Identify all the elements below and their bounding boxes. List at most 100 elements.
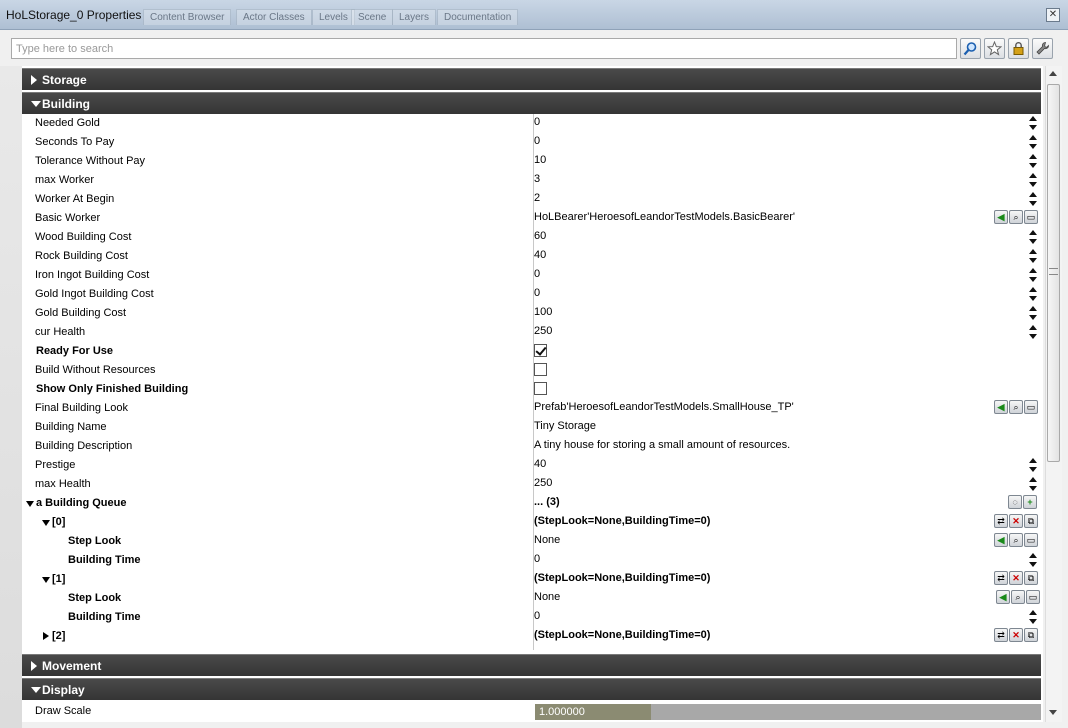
clear-icon[interactable]: ▭ bbox=[1024, 210, 1038, 224]
category-movement[interactable]: Movement bbox=[22, 654, 1041, 676]
search-button[interactable] bbox=[960, 38, 981, 59]
delete-item-icon[interactable]: ✕ bbox=[1009, 571, 1023, 585]
spinner-arrows-icon[interactable] bbox=[1028, 191, 1037, 208]
property-value[interactable]: 60 bbox=[534, 230, 546, 242]
property-row-iron-ingot-building-cost[interactable]: Iron Ingot Building Cost 0 bbox=[22, 266, 1041, 285]
scroll-down-icon[interactable] bbox=[1049, 710, 1057, 715]
property-value[interactable]: 0 bbox=[534, 553, 540, 565]
spinner-arrows-icon[interactable] bbox=[1028, 115, 1037, 132]
insert-item-icon[interactable]: ⇄ bbox=[994, 571, 1008, 585]
delete-item-icon[interactable]: ✕ bbox=[1009, 514, 1023, 528]
property-row-max-worker[interactable]: max Worker 3 bbox=[22, 171, 1041, 190]
show-only-finished-building-checkbox[interactable] bbox=[534, 382, 547, 395]
insert-item-icon[interactable]: ⇄ bbox=[994, 514, 1008, 528]
property-row-building-name[interactable]: Building Name Tiny Storage bbox=[22, 418, 1041, 437]
property-value[interactable]: 10 bbox=[534, 154, 546, 166]
property-value[interactable]: 0 bbox=[534, 610, 540, 622]
property-value[interactable]: 0 bbox=[534, 116, 540, 128]
property-row-building-description[interactable]: Building Description A tiny house for st… bbox=[22, 437, 1041, 456]
collapse-arrow-icon[interactable] bbox=[42, 577, 50, 583]
background-tab-content-browser[interactable]: Content Browser bbox=[143, 9, 232, 25]
property-value[interactable]: 0 bbox=[534, 287, 540, 299]
property-row-gold-ingot-building-cost[interactable]: Gold Ingot Building Cost 0 bbox=[22, 285, 1041, 304]
property-row-tolerance-without-pay[interactable]: Tolerance Without Pay 10 bbox=[22, 152, 1041, 171]
use-selected-icon[interactable]: ◀ bbox=[996, 590, 1010, 604]
queue-item-1-step-look[interactable]: Step Look None ◀ ⌕ ▭ bbox=[22, 589, 1041, 608]
close-button[interactable]: ✕ bbox=[1046, 8, 1060, 22]
property-row-build-without-resources[interactable]: Build Without Resources bbox=[22, 361, 1041, 380]
spinner-arrows-icon[interactable] bbox=[1028, 153, 1037, 170]
property-row-show-only-finished-building[interactable]: Show Only Finished Building bbox=[22, 380, 1041, 399]
property-value[interactable]: 2 bbox=[534, 192, 540, 204]
property-row-cur-health[interactable]: cur Health 250 bbox=[22, 323, 1041, 342]
draw-scale-value[interactable]: 1.000000 bbox=[535, 704, 651, 720]
property-row-prestige[interactable]: Prestige 40 bbox=[22, 456, 1041, 475]
background-tab-levels[interactable]: Levels bbox=[312, 9, 355, 25]
spinner-arrows-icon[interactable] bbox=[1028, 476, 1037, 493]
category-building[interactable]: Building bbox=[22, 92, 1041, 114]
spinner-arrows-icon[interactable] bbox=[1028, 457, 1037, 474]
clear-icon[interactable]: ▭ bbox=[1026, 590, 1040, 604]
browse-icon[interactable]: ⌕ bbox=[1009, 210, 1023, 224]
property-row-worker-at-begin[interactable]: Worker At Begin 2 bbox=[22, 190, 1041, 209]
spinner-arrows-icon[interactable] bbox=[1028, 609, 1037, 626]
property-row-rock-building-cost[interactable]: Rock Building Cost 40 bbox=[22, 247, 1041, 266]
property-value[interactable]: 0 bbox=[534, 135, 540, 147]
property-value[interactable]: 250 bbox=[534, 477, 552, 489]
empty-array-icon[interactable]: ◌ bbox=[1008, 495, 1022, 509]
background-tab-scene[interactable]: Scene bbox=[351, 9, 394, 25]
property-row-ready-for-use[interactable]: Ready For Use bbox=[22, 342, 1041, 361]
add-item-icon[interactable]: + bbox=[1023, 495, 1037, 509]
duplicate-item-icon[interactable]: ⧉ bbox=[1024, 571, 1038, 585]
spinner-arrows-icon[interactable] bbox=[1028, 134, 1037, 151]
collapse-arrow-icon[interactable] bbox=[26, 501, 34, 507]
queue-item-2[interactable]: [2] (StepLook=None,BuildingTime=0) ⇄ ✕ ⧉ bbox=[22, 627, 1041, 646]
property-value[interactable]: 40 bbox=[534, 249, 546, 261]
spinner-arrows-icon[interactable] bbox=[1028, 324, 1037, 341]
settings-button[interactable] bbox=[1032, 38, 1053, 59]
queue-item-0-step-look[interactable]: Step Look None ◀ ⌕ ▭ bbox=[22, 532, 1041, 551]
queue-item-1[interactable]: [1] (StepLook=None,BuildingTime=0) ⇄ ✕ ⧉ bbox=[22, 570, 1041, 589]
expand-arrow-icon[interactable] bbox=[43, 632, 49, 640]
delete-item-icon[interactable]: ✕ bbox=[1009, 628, 1023, 642]
property-row-needed-gold[interactable]: Needed Gold 0 bbox=[22, 114, 1041, 133]
clear-icon[interactable]: ▭ bbox=[1024, 533, 1038, 547]
property-value[interactable]: Tiny Storage bbox=[534, 420, 596, 432]
search-input[interactable] bbox=[11, 38, 957, 59]
clear-icon[interactable]: ▭ bbox=[1024, 400, 1038, 414]
favorites-button[interactable] bbox=[984, 38, 1005, 59]
background-tab-layers[interactable]: Layers bbox=[392, 9, 437, 25]
duplicate-item-icon[interactable]: ⧉ bbox=[1024, 514, 1038, 528]
spinner-arrows-icon[interactable] bbox=[1028, 248, 1037, 265]
duplicate-item-icon[interactable]: ⧉ bbox=[1024, 628, 1038, 642]
background-tab-documentation[interactable]: Documentation bbox=[437, 9, 519, 25]
property-value[interactable]: Prefab'HeroesofLeandorTestModels.SmallHo… bbox=[534, 401, 794, 413]
insert-item-icon[interactable]: ⇄ bbox=[994, 628, 1008, 642]
queue-item-0-building-time[interactable]: Building Time 0 bbox=[22, 551, 1041, 570]
property-row-wood-building-cost[interactable]: Wood Building Cost 60 bbox=[22, 228, 1041, 247]
property-value[interactable]: 0 bbox=[534, 268, 540, 280]
browse-icon[interactable]: ⌕ bbox=[1011, 590, 1025, 604]
property-value[interactable]: None bbox=[534, 591, 560, 603]
build-without-resources-checkbox[interactable] bbox=[534, 363, 547, 376]
column-divider[interactable] bbox=[533, 114, 534, 650]
property-row-max-health[interactable]: max Health 250 bbox=[22, 475, 1041, 494]
category-display[interactable]: Display bbox=[22, 678, 1041, 700]
property-value[interactable]: 3 bbox=[534, 173, 540, 185]
browse-icon[interactable]: ⌕ bbox=[1009, 533, 1023, 547]
browse-icon[interactable]: ⌕ bbox=[1009, 400, 1023, 414]
spinner-arrows-icon[interactable] bbox=[1028, 267, 1037, 284]
property-row-gold-building-cost[interactable]: Gold Building Cost 100 bbox=[22, 304, 1041, 323]
queue-item-1-building-time[interactable]: Building Time 0 bbox=[22, 608, 1041, 627]
property-row-final-building-look[interactable]: Final Building Look Prefab'HeroesofLeand… bbox=[22, 399, 1041, 418]
property-value[interactable]: 40 bbox=[534, 458, 546, 470]
use-selected-icon[interactable]: ◀ bbox=[994, 210, 1008, 224]
spinner-arrows-icon[interactable] bbox=[1028, 286, 1037, 303]
property-row-building-queue[interactable]: a Building Queue ... (3) ◌ + bbox=[22, 494, 1041, 513]
background-tab-actor-classes[interactable]: Actor Classes bbox=[236, 9, 312, 25]
category-storage[interactable]: Storage bbox=[22, 68, 1041, 90]
scroll-up-icon[interactable] bbox=[1049, 71, 1057, 76]
property-value[interactable]: HoLBearer'HeroesofLeandorTestModels.Basi… bbox=[534, 211, 795, 223]
property-row-seconds-to-pay[interactable]: Seconds To Pay 0 bbox=[22, 133, 1041, 152]
property-row-basic-worker[interactable]: Basic Worker HoLBearer'HeroesofLeandorTe… bbox=[22, 209, 1041, 228]
